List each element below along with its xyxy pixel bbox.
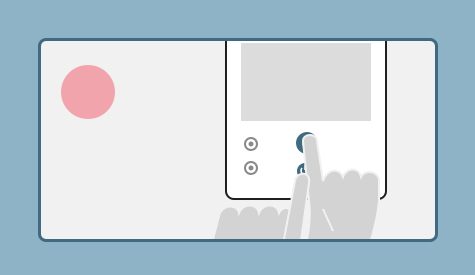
page: { "step": { "number": "1" }, "colors": {… — [0, 0, 475, 275]
device-illustration — [212, 41, 387, 239]
device-screen — [241, 43, 371, 121]
instruction-panel — [38, 38, 438, 242]
